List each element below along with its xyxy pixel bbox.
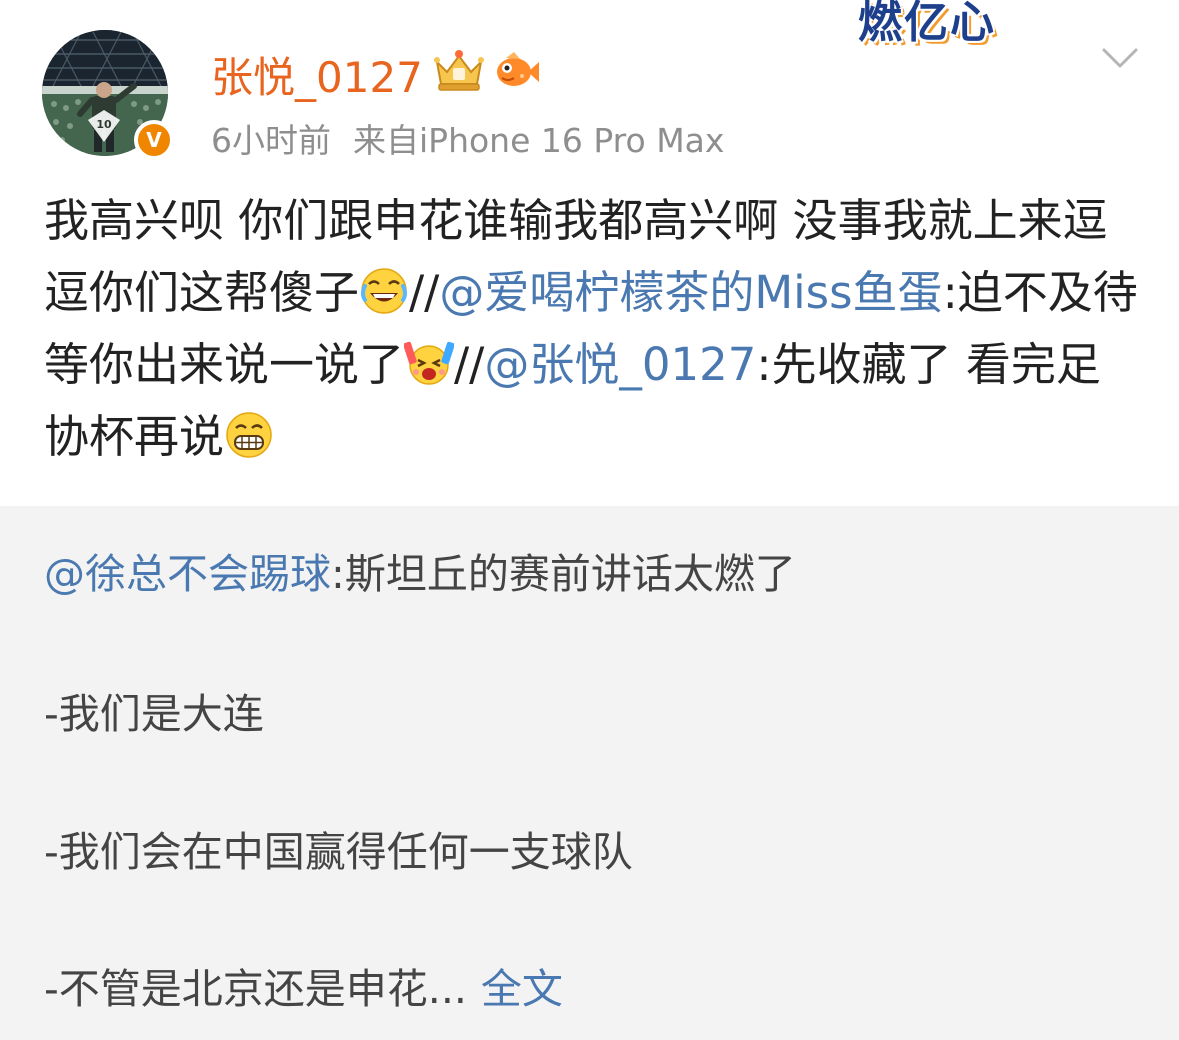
mention-link[interactable]: @爱喝柠檬茶的Miss鱼蛋 <box>439 266 942 319</box>
repost-separator: // <box>409 266 440 319</box>
brand-banner: 燃亿心 <box>842 0 1094 52</box>
retweet-author-mention[interactable]: @徐总不会踢球 <box>44 550 331 598</box>
fish-icon[interactable] <box>494 48 540 94</box>
retweet-line: -我们是大连 <box>44 690 264 738</box>
retweet-line-last: -不管是北京还是申花... 全文 <box>44 955 563 1015</box>
post-time: 6小时前 <box>211 121 331 160</box>
cheer-emoji-icon <box>404 341 455 385</box>
crown-icon[interactable] <box>431 48 487 94</box>
retweet-header-line: @徐总不会踢球:斯坦丘的赛前讲话太燃了 <box>44 540 796 600</box>
retweet-text: :斯坦丘的赛前讲话太燃了 <box>331 550 796 598</box>
retweet-line: -不管是北京还是申花... <box>44 965 467 1013</box>
retweet-line: -我们会在中国赢得任何一支球队 <box>44 828 633 876</box>
verified-badge: V <box>134 120 174 160</box>
laugh-cry-emoji-icon <box>361 268 408 314</box>
post-meta: 6小时前 来自iPhone 16 Pro Max <box>211 114 724 162</box>
author-name[interactable]: 张悦_0127 <box>211 44 423 105</box>
weibo-post: 10 V 张悦_0127 6小时前 来自iPhone 16 Pro Max 燃亿心… <box>0 0 1179 506</box>
repost-separator: // <box>454 338 485 391</box>
full-text-link[interactable]: 全文 <box>481 965 563 1013</box>
svg-text:10: 10 <box>96 118 112 131</box>
chevron-down-icon[interactable] <box>1100 44 1140 72</box>
post-content: 我高兴呗 你们跟申花谁输我都高兴啊 没事我就上来逗逗你们这帮傻子 //@爱喝柠檬… <box>44 185 1144 473</box>
brand-banner-text: 燃亿心 <box>858 0 996 48</box>
mention-link[interactable]: @张悦_0127 <box>484 338 756 391</box>
author-avatar[interactable]: 10 V <box>42 30 174 160</box>
post-source[interactable]: 来自iPhone 16 Pro Max <box>353 121 724 160</box>
grin-emoji-icon <box>226 412 272 458</box>
